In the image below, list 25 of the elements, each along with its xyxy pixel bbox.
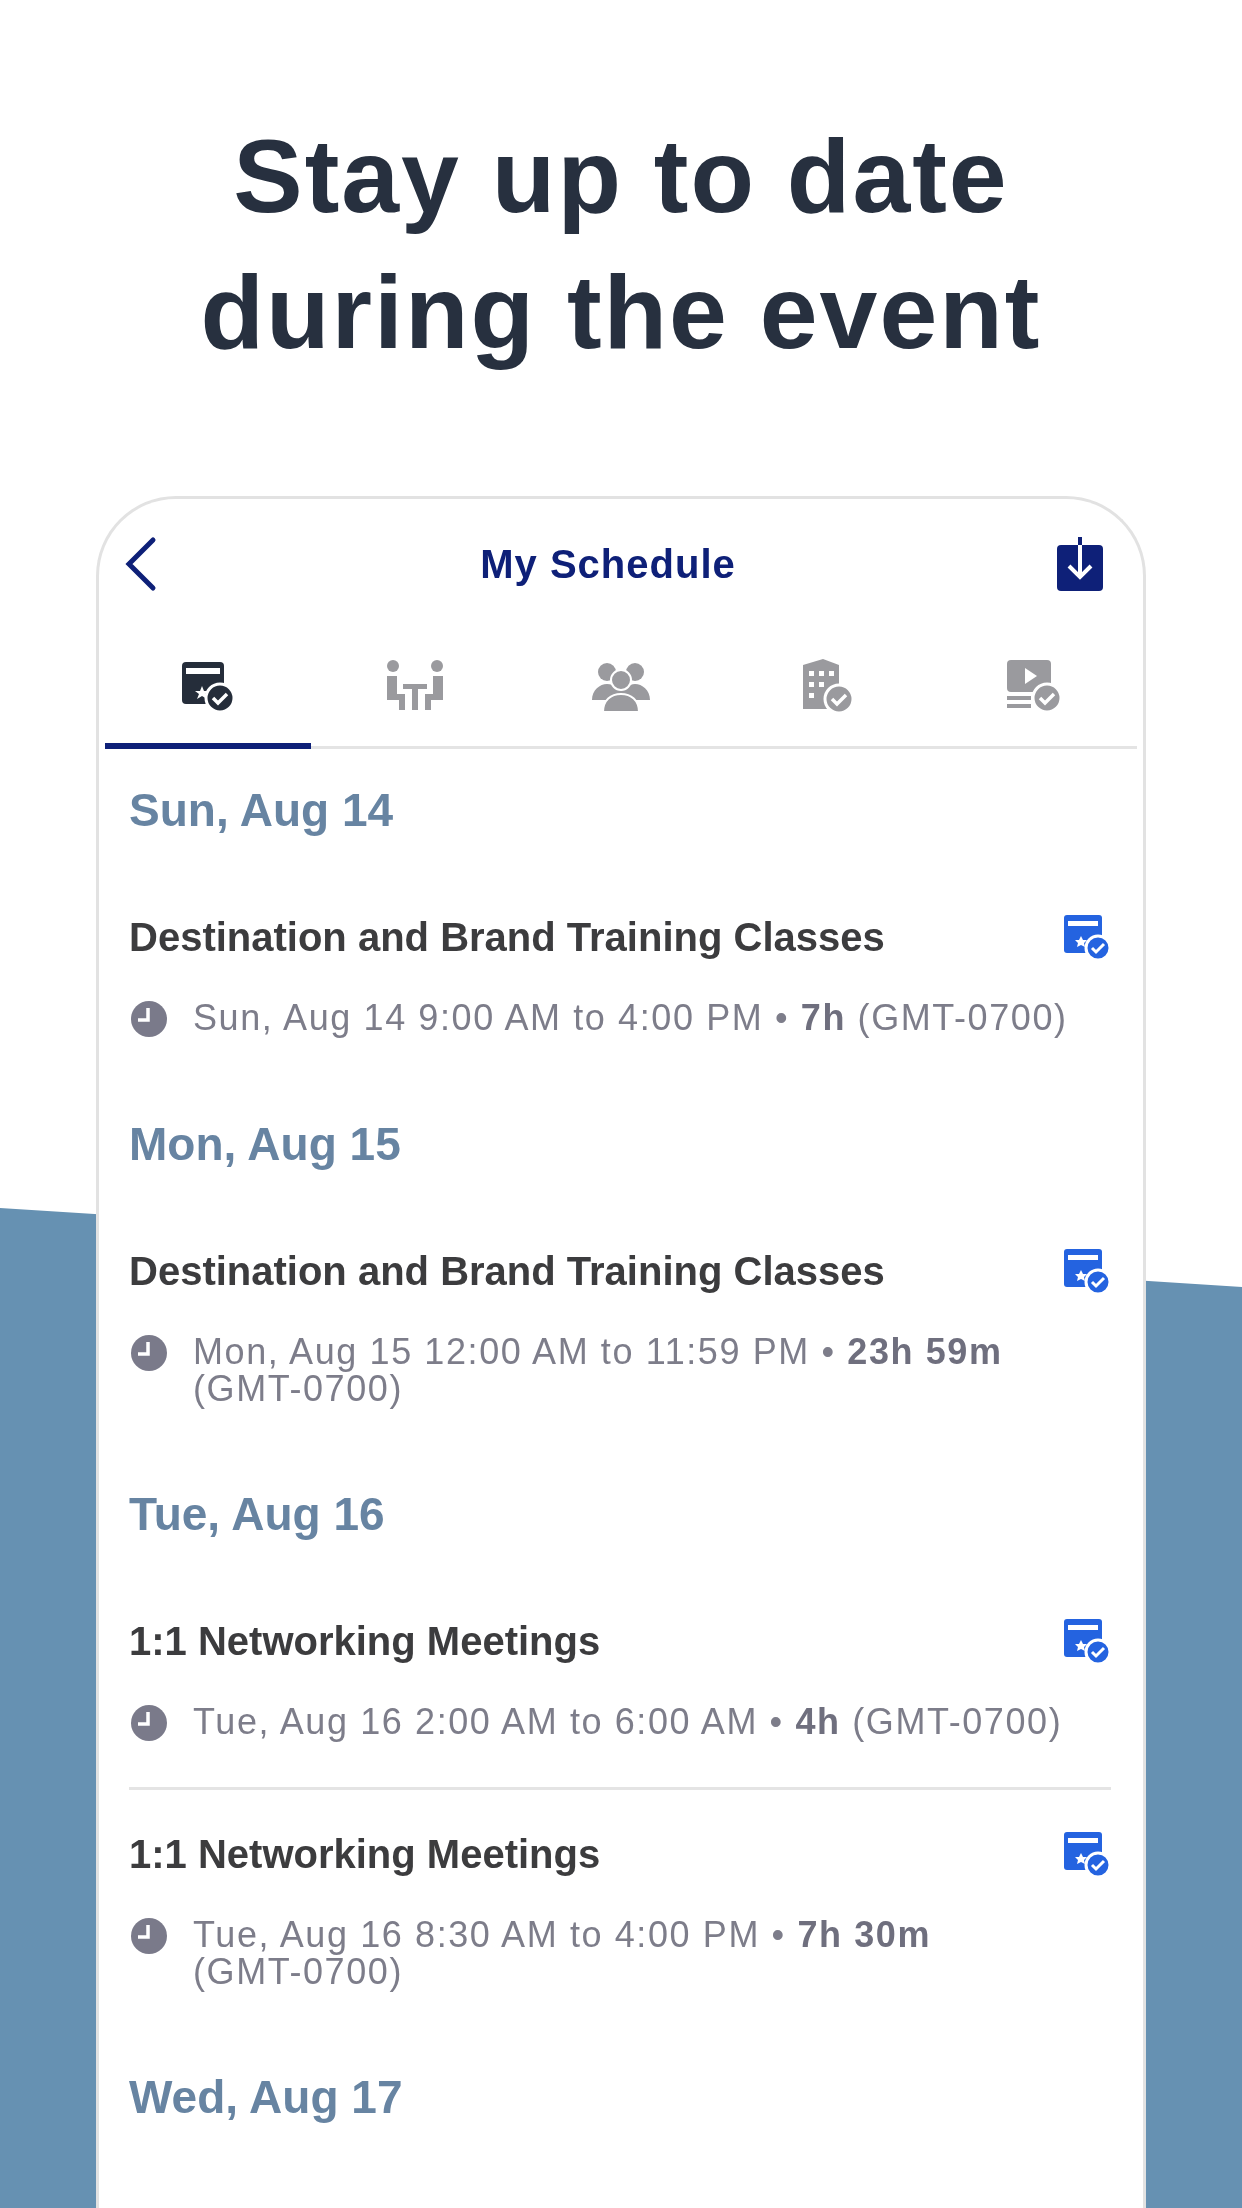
date-heading: Mon, Aug 15 <box>129 1118 401 1170</box>
event-time: Tue, Aug 16 8:30 AM to 4:00 PM • 7h 30m (GMT-0700) <box>193 1916 933 1990</box>
calendar-check-icon[interactable] <box>1063 1247 1111 1295</box>
date-heading: Wed, Aug 17 <box>129 2071 403 2123</box>
calendar-check-icon[interactable] <box>1063 913 1111 961</box>
people-group-icon <box>590 660 652 712</box>
event-time: Sun, Aug 14 9:00 AM to 4:00 PM • 7h (GMT-0700) <box>193 999 1068 1036</box>
date-heading: Tue, Aug 16 <box>129 1488 385 1540</box>
clock-icon <box>131 1001 167 1037</box>
screen-title: My Schedule <box>480 541 736 587</box>
clock-icon <box>131 1918 167 1954</box>
download-icon[interactable] <box>1057 537 1103 591</box>
event-title[interactable]: 1:1 Networking Meetings <box>129 1826 601 1882</box>
date-heading: Sun, Aug 14 <box>129 784 394 836</box>
clock-icon <box>131 1335 167 1371</box>
event-time: Tue, Aug 16 2:00 AM to 6:00 AM • 4h (GMT-0700) <box>193 1703 1063 1740</box>
clock-icon <box>131 1705 167 1741</box>
event-title[interactable]: Destination and Brand Training Classes <box>129 1243 885 1299</box>
calendar-check-icon[interactable] <box>1063 1830 1111 1878</box>
event-title[interactable]: Destination and Brand Training Classes <box>129 909 885 965</box>
calendar-check-icon[interactable] <box>1063 1617 1111 1665</box>
event-time: Mon, Aug 15 12:00 AM to 11:59 PM • 23h 59m (GMT-0700) <box>193 1333 1004 1407</box>
event-title[interactable]: 1:1 Networking Meetings <box>129 1613 601 1669</box>
headline: Stay up to date during the event <box>199 117 1043 372</box>
video-check-icon <box>1004 658 1063 714</box>
